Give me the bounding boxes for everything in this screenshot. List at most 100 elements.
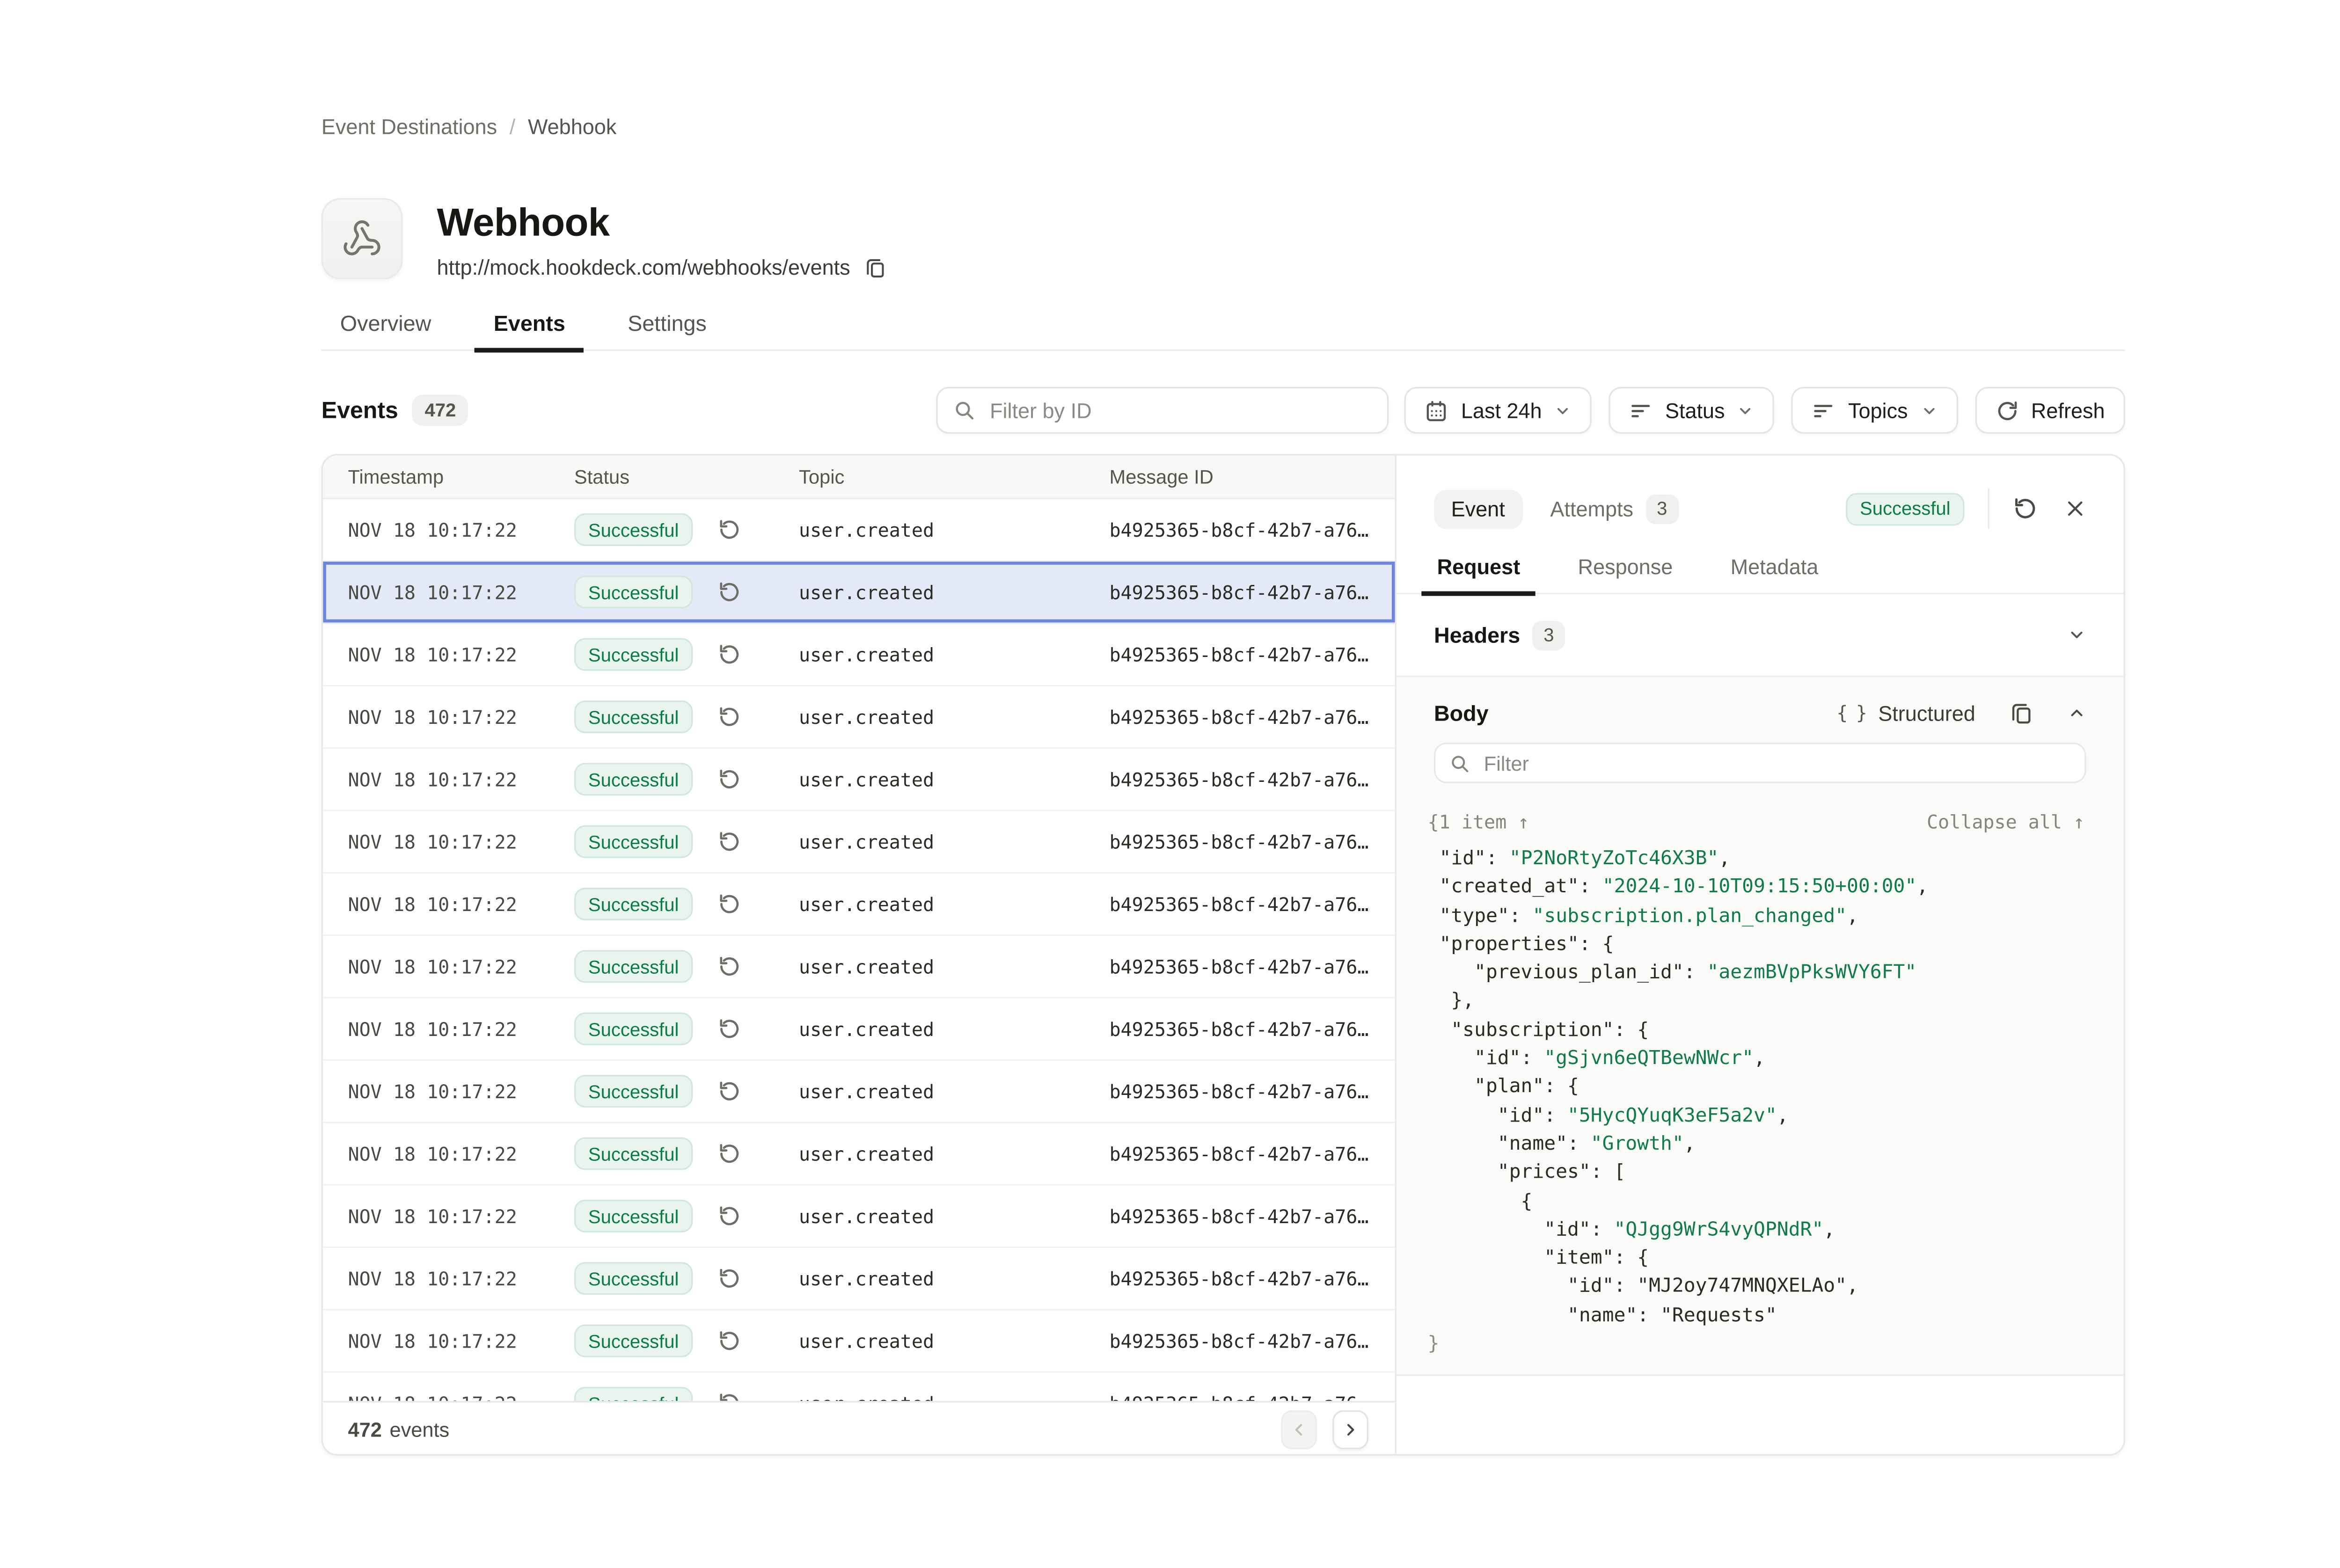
cell-status: Successful — [574, 513, 799, 546]
copy-body-button[interactable] — [2010, 701, 2033, 725]
time-range-button[interactable]: Last 24h — [1405, 387, 1592, 434]
json-line: "created_at": "2024-10-10T09:15:50+00:00… — [1428, 873, 2085, 901]
table-row[interactable]: NOV 18 10:17:22 Successful user.created … — [323, 811, 1395, 874]
table-row[interactable]: NOV 18 10:17:22 Successful user.created … — [323, 874, 1395, 936]
json-line: "id": "gSjvn6eQTBewNWcr", — [1428, 1044, 2085, 1072]
body-filter-input[interactable] — [1481, 750, 2070, 776]
table-row[interactable]: NOV 18 10:17:22 Successful user.created … — [323, 1186, 1395, 1248]
table-row[interactable]: NOV 18 10:17:22 Successful user.created … — [323, 999, 1395, 1061]
breadcrumb-separator: / — [510, 116, 516, 139]
retry-icon[interactable] — [718, 518, 741, 541]
headers-section-toggle[interactable]: Headers 3 — [1397, 594, 2124, 677]
status-badge: Successful — [574, 1325, 693, 1357]
cell-timestamp: NOV 18 10:17:22 — [348, 1080, 574, 1102]
structured-mode-toggle[interactable]: Structured — [1878, 701, 1975, 725]
retry-icon[interactable] — [718, 1017, 741, 1041]
json-line: "name": "Growth", — [1428, 1130, 2085, 1158]
cell-message-id: b4925365-b8cf-42b7-a76… — [1109, 955, 1395, 977]
column-status: Status — [574, 466, 799, 488]
refresh-icon — [1995, 399, 2018, 422]
collapse-body-chevron[interactable] — [2068, 704, 2086, 722]
body-filter[interactable] — [1434, 743, 2086, 783]
tab-events[interactable]: Events — [475, 310, 584, 352]
body-section: Body { } Structured — [1397, 677, 2124, 1376]
cell-message-id: b4925365-b8cf-42b7-a76… — [1109, 768, 1395, 790]
detail-tab-event[interactable]: Event — [1434, 489, 1522, 528]
detail-tab-attempts[interactable]: Attempts 3 — [1550, 494, 1678, 523]
table-row[interactable]: NOV 18 10:17:22 Successful user.created … — [323, 1248, 1395, 1310]
breadcrumb-event-destinations[interactable]: Event Destinations — [322, 116, 497, 139]
table-row[interactable]: NOV 18 10:17:22 Successful user.created … — [323, 1373, 1395, 1401]
tab-settings[interactable]: Settings — [609, 310, 725, 352]
status-badge: Successful — [574, 950, 693, 983]
cell-message-id: b4925365-b8cf-42b7-a76… — [1109, 1080, 1395, 1102]
table-row[interactable]: NOV 18 10:17:22 Successful user.created … — [323, 624, 1395, 686]
filter-by-id-search[interactable] — [937, 387, 1389, 434]
event-status-badge: Successful — [1846, 492, 1964, 525]
retry-icon[interactable] — [718, 955, 741, 978]
json-line: { — [1428, 1187, 2085, 1215]
retry-icon[interactable] — [718, 1142, 741, 1165]
copy-url-button[interactable] — [864, 256, 886, 278]
headers-count-badge: 3 — [1533, 620, 1565, 649]
cell-message-id: b4925365-b8cf-42b7-a76… — [1109, 519, 1395, 541]
close-icon[interactable] — [2064, 498, 2086, 520]
retry-icon[interactable] — [718, 1204, 741, 1228]
status-badge: Successful — [574, 1200, 693, 1233]
retry-icon[interactable] — [718, 830, 741, 853]
table-row[interactable]: NOV 18 10:17:22 Successful user.created … — [323, 686, 1395, 749]
collapse-all-button[interactable]: Collapse all ↑ — [1927, 811, 2084, 833]
status-badge: Successful — [574, 638, 693, 671]
table-row[interactable]: NOV 18 10:17:22 Successful user.created … — [323, 1123, 1395, 1185]
retry-icon[interactable] — [718, 705, 741, 729]
table-row[interactable]: NOV 18 10:17:22 Successful user.created … — [323, 562, 1395, 624]
json-line: "id": "P2NoRtyZoTc46X3B", — [1428, 844, 2085, 873]
retry-icon[interactable] — [718, 1392, 741, 1401]
attempts-count-badge: 3 — [1646, 494, 1678, 523]
table-row[interactable]: NOV 18 10:17:22 Successful user.created … — [323, 749, 1395, 811]
retry-icon[interactable] — [718, 892, 741, 916]
previous-page-button[interactable] — [1281, 1410, 1317, 1449]
table-row[interactable]: NOV 18 10:17:22 Successful user.created … — [323, 1311, 1395, 1373]
tab-overview[interactable]: Overview — [322, 310, 450, 352]
table-row[interactable]: NOV 18 10:17:22 Successful user.created … — [323, 1061, 1395, 1123]
json-item-count-toggle[interactable]: {1 item ↑ — [1428, 811, 1529, 833]
chevron-right-icon — [1342, 1421, 1359, 1438]
subtab-response[interactable]: Response — [1562, 555, 1688, 596]
divider — [1988, 489, 1989, 529]
subtab-metadata[interactable]: Metadata — [1715, 555, 1834, 596]
detail-subtabs: Request Response Metadata — [1397, 555, 2124, 594]
cell-topic: user.created — [799, 706, 1109, 728]
page-title: Webhook — [437, 200, 886, 247]
retry-icon[interactable] — [718, 1079, 741, 1103]
filter-icon — [1629, 399, 1653, 422]
detail-header: Event Attempts 3 Successful — [1397, 456, 2124, 529]
cell-timestamp: NOV 18 10:17:22 — [348, 831, 574, 853]
subtab-request[interactable]: Request — [1421, 555, 1536, 596]
retry-icon[interactable] — [718, 1267, 741, 1290]
next-page-button[interactable] — [1332, 1410, 1368, 1449]
cell-status: Successful — [574, 576, 799, 608]
cell-status: Successful — [574, 638, 799, 671]
cell-message-id: b4925365-b8cf-42b7-a76… — [1109, 581, 1395, 603]
cell-timestamp: NOV 18 10:17:22 — [348, 581, 574, 603]
retry-event-icon[interactable] — [2013, 496, 2038, 521]
breadcrumb: Event Destinations / Webhook — [322, 0, 2125, 139]
cell-status: Successful — [574, 1262, 799, 1295]
json-line: "plan": { — [1428, 1072, 2085, 1101]
main-tabs: Overview Events Settings — [322, 310, 2125, 351]
search-input[interactable] — [987, 397, 1372, 424]
retry-icon[interactable] — [718, 1329, 741, 1353]
status-filter-button[interactable]: Status — [1609, 387, 1775, 434]
cell-timestamp: NOV 18 10:17:22 — [348, 1393, 574, 1401]
retry-icon[interactable] — [718, 580, 741, 604]
cell-topic: user.created — [799, 643, 1109, 665]
table-row[interactable]: NOV 18 10:17:22 Successful user.created … — [323, 499, 1395, 562]
refresh-button[interactable]: Refresh — [1975, 387, 2125, 434]
table-row[interactable]: NOV 18 10:17:22 Successful user.created … — [323, 936, 1395, 998]
retry-icon[interactable] — [718, 767, 741, 791]
cell-status: Successful — [574, 1075, 799, 1108]
retry-icon[interactable] — [718, 643, 741, 666]
topics-filter-button[interactable]: Topics — [1792, 387, 1958, 434]
cell-topic: user.created — [799, 1393, 1109, 1401]
